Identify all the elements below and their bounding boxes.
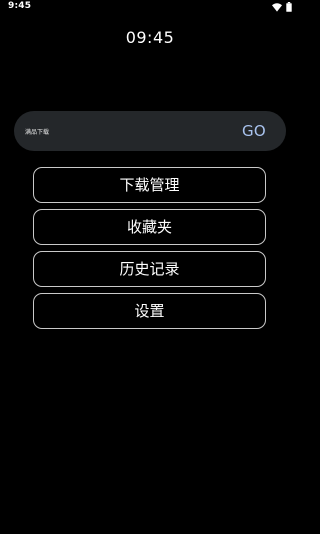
go-button[interactable]: GO xyxy=(242,121,266,141)
clock-time: 09:45 xyxy=(125,28,175,47)
wifi-icon xyxy=(272,2,282,12)
status-time: 9:45 xyxy=(8,1,32,11)
history-button[interactable]: 历史记录 xyxy=(33,251,266,287)
download-manager-button[interactable]: 下载管理 xyxy=(33,167,266,203)
search-bar: GO xyxy=(14,111,286,151)
favorites-button[interactable]: 收藏夹 xyxy=(33,209,266,245)
status-icons xyxy=(272,2,292,12)
search-input[interactable] xyxy=(25,124,225,138)
battery-icon xyxy=(286,2,292,12)
status-bar: 9:45 xyxy=(0,0,300,14)
settings-button[interactable]: 设置 xyxy=(33,293,266,329)
